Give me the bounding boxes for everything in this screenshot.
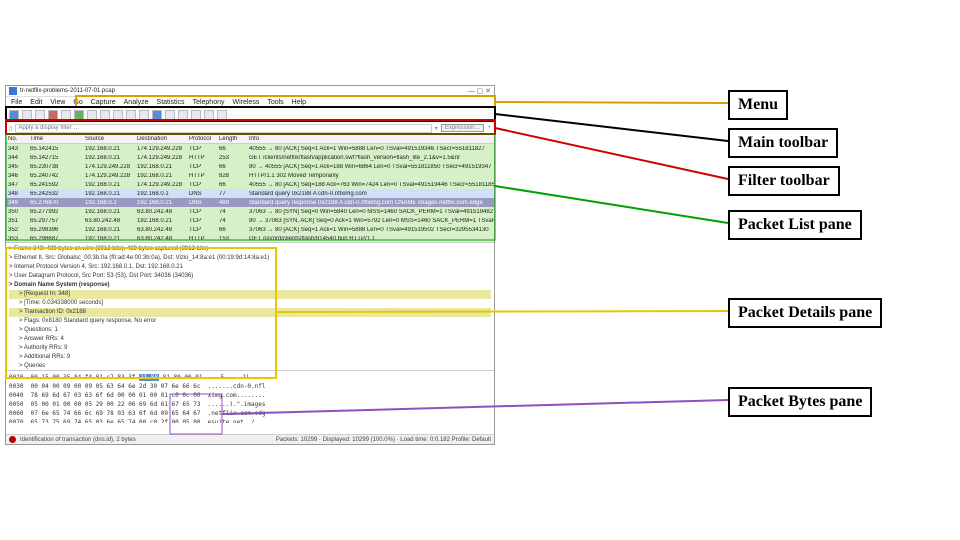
main-toolbar[interactable] (6, 108, 494, 122)
packet-list-header: No. Time Source Destination Protocol Len… (6, 135, 494, 144)
menu-item-capture[interactable]: Capture (91, 99, 116, 106)
label-filter: Filter toolbar (728, 166, 840, 196)
packet-row[interactable]: 35365.298687192.168.0.2163.80.242.48HTTP… (6, 234, 494, 243)
toolbar-button[interactable] (126, 110, 136, 120)
packet-row[interactable]: 34465.142715192.168.0.21174.129.249.228H… (6, 153, 494, 162)
detail-line[interactable]: > Domain Name System (response) (9, 281, 491, 290)
menu-item-wireless[interactable]: Wireless (232, 99, 259, 106)
toolbar-button[interactable] (204, 110, 214, 120)
col-len[interactable]: Length (217, 136, 247, 142)
col-dst[interactable]: Destination (135, 136, 187, 142)
titlebar: tr-netflix-problems-2011-07-01.pcap — ▢ … (6, 86, 494, 97)
col-src[interactable]: Source (83, 136, 135, 142)
col-proto[interactable]: Protocol (187, 136, 217, 142)
detail-line[interactable]: > Questions: 1 (9, 326, 491, 335)
filter-arrow-icon[interactable]: ▾ (435, 125, 438, 132)
label-menu: Menu (728, 90, 788, 120)
menu-bar[interactable]: File Edit View Go Capture Analyze Statistics Te… (6, 97, 494, 108)
bytes-line[interactable]: 0030 00 04 00 09 00 09 05 63 64 6e 2d 30… (9, 382, 491, 391)
status-right: Packets: 10299 · Displayed: 10299 (100.0… (276, 437, 491, 443)
detail-line[interactable]: > [Request In: 348] (9, 290, 491, 299)
toolbar-button[interactable] (191, 110, 201, 120)
detail-line[interactable]: > Internet Protocol Version 4, Src: 192.… (9, 263, 491, 272)
window-title: tr-netflix-problems-2011-07-01.pcap (20, 88, 115, 94)
packet-row[interactable]: 34665.240742174.129.249.228192.168.0.21H… (6, 171, 494, 180)
menu-item-go[interactable]: Go (73, 99, 82, 106)
detail-line[interactable]: > Authority RRs: 9 (9, 344, 491, 353)
window-controls[interactable]: — ▢ ✕ (468, 87, 491, 95)
app-icon (9, 87, 17, 95)
toolbar-button[interactable] (139, 110, 149, 120)
col-time[interactable]: Time (28, 136, 83, 142)
toolbar-button[interactable] (165, 110, 175, 120)
filter-plus-icon[interactable]: + (487, 125, 491, 131)
toolbar-button[interactable] (100, 110, 110, 120)
packet-row[interactable]: 34565.230738174.129.249.228192.168.0.21T… (6, 162, 494, 171)
packet-row[interactable]: 35065.277992192.168.0.2163.80.242.48TCP7… (6, 207, 494, 216)
detail-line[interactable]: > Answer RRs: 4 (9, 335, 491, 344)
label-toolbar: Main toolbar (728, 128, 838, 158)
menu-item-analyze[interactable]: Analyze (124, 99, 149, 106)
toolbar-button[interactable] (35, 110, 45, 120)
packet-details-pane[interactable]: > Frame 349: 489 bytes on wire (3912 bit… (6, 243, 494, 371)
bytes-line[interactable]: 0040 78 69 6d 67 03 63 6f 6d 00 00 01 00… (9, 391, 491, 400)
toolbar-button[interactable] (113, 110, 123, 120)
toolbar-button[interactable] (178, 110, 188, 120)
display-filter-input[interactable] (15, 124, 431, 133)
packet-list-pane[interactable]: No. Time Source Destination Protocol Len… (6, 135, 494, 243)
menu-item-statistics[interactable]: Statistics (157, 99, 185, 106)
detail-line[interactable]: > Ethernet II, Src: Globalsc_00:3b:0a (f… (9, 254, 491, 263)
status-left: Identification of transaction (dns.id), … (20, 437, 136, 443)
record-icon (9, 436, 16, 443)
menu-item-file[interactable]: File (11, 99, 22, 106)
packet-row[interactable]: 35265.298396192.168.0.2163.80.242.48TCP6… (6, 225, 494, 234)
detail-line[interactable]: > Flags: 0x8180 Standard query response,… (9, 317, 491, 326)
bytes-line[interactable]: 0020 00 15 00 35 84 f4 01 c7 83 3f 21 88… (9, 373, 491, 382)
toolbar-button[interactable] (87, 110, 97, 120)
wireshark-window: tr-netflix-problems-2011-07-01.pcap — ▢ … (5, 85, 495, 445)
toolbar-button[interactable] (22, 110, 32, 120)
label-list: Packet List pane (728, 210, 862, 240)
toolbar-button[interactable] (9, 110, 19, 120)
toolbar-button[interactable] (61, 110, 71, 120)
col-info[interactable]: Info (247, 136, 494, 142)
filter-toolbar[interactable]: ▯ ▾ Expression… + (6, 122, 494, 135)
menu-item-view[interactable]: View (50, 99, 65, 106)
toolbar-button[interactable] (48, 110, 58, 120)
menu-item-telephony[interactable]: Telephony (193, 99, 225, 106)
toolbar-button[interactable] (74, 110, 84, 120)
packet-bytes-pane[interactable]: 0020 00 15 00 35 84 f4 01 c7 83 3f 21 88… (6, 371, 494, 423)
detail-line[interactable]: > Additional RRs: 9 (9, 353, 491, 362)
label-bytes: Packet Bytes pane (728, 387, 872, 417)
packet-row[interactable]: 35165.29775763.80.242.48192.168.0.21TCP7… (6, 216, 494, 225)
toolbar-button[interactable] (152, 110, 162, 120)
bytes-line[interactable]: 0060 07 6e 65 74 66 6c 69 78 03 63 6f 6d… (9, 409, 491, 418)
detail-line[interactable]: > Queries (9, 362, 491, 371)
detail-line[interactable]: > Frame 349: 489 bytes on wire (3912 bit… (9, 245, 491, 254)
col-no[interactable]: No. (6, 136, 28, 142)
packet-list-body[interactable]: 34365.142415192.168.0.21174.129.249.228T… (6, 144, 494, 243)
packet-row[interactable]: 34965.276870192.168.0.1192.168.0.21DNS48… (6, 198, 494, 207)
packet-row[interactable]: 34865.242532192.168.0.21192.168.0.1DNS77… (6, 189, 494, 198)
detail-line[interactable]: > Transaction ID: 0x2188 (9, 308, 491, 317)
packet-row[interactable]: 34365.142415192.168.0.21174.129.249.228T… (6, 144, 494, 153)
expression-button[interactable]: Expression… (441, 124, 485, 132)
detail-line[interactable]: > [Time: 0.034338000 seconds] (9, 299, 491, 308)
bytes-line[interactable]: 0050 05 00 01 00 00 05 29 00 22 06 69 6d… (9, 400, 491, 409)
menu-item-help[interactable]: Help (292, 99, 306, 106)
toolbar-button[interactable] (217, 110, 227, 120)
bytes-line[interactable]: 0070 65 73 75 69 74 65 03 6e 65 74 00 c0… (9, 418, 491, 423)
status-bar: Identification of transaction (dns.id), … (6, 434, 494, 444)
menu-item-tools[interactable]: Tools (267, 99, 283, 106)
filter-icon: ▯ (9, 125, 12, 132)
menu-item-edit[interactable]: Edit (30, 99, 42, 106)
label-details: Packet Details pane (728, 298, 882, 328)
packet-row[interactable]: 34765.241592192.168.0.21174.129.249.228T… (6, 180, 494, 189)
detail-line[interactable]: > User Datagram Protocol, Src Port: 53 (… (9, 272, 491, 281)
